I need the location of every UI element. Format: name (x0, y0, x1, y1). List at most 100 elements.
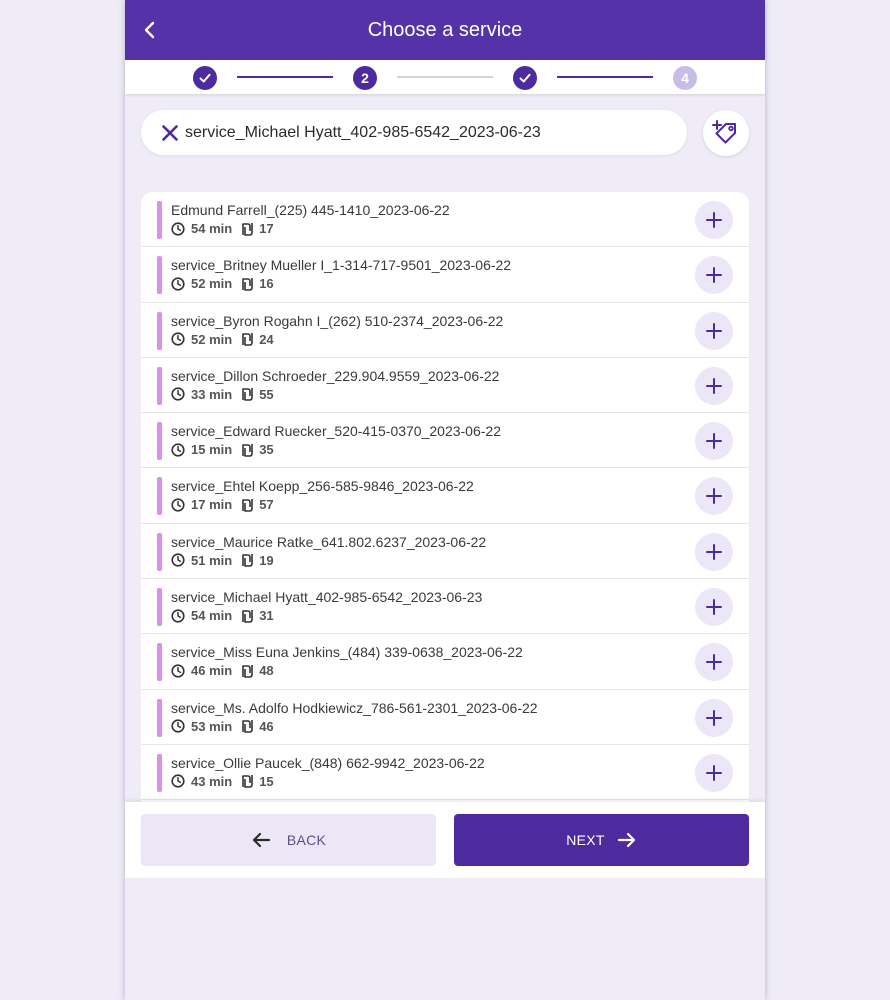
service-name: service_Byron Rogahn I_(262) 510-2374_20… (171, 312, 504, 329)
back-button[interactable]: BACK (141, 814, 436, 866)
arrow-left-icon (251, 832, 271, 848)
step-connector-1 (237, 76, 333, 78)
header-bar: Choose a service (125, 0, 765, 60)
service-list: Edmund Farrell_(225) 445-1410_2023-06-22… (141, 192, 749, 856)
add-service-button[interactable] (695, 311, 733, 350)
service-meta: 54 min 17 (171, 221, 274, 236)
clock-icon (171, 443, 185, 457)
service-price: 19 (259, 552, 274, 568)
add-service-button[interactable] (695, 643, 733, 682)
shekel-icon (240, 443, 254, 457)
step-4-upcoming: 4 (673, 66, 697, 90)
add-service-button[interactable] (695, 698, 733, 737)
clock-icon (171, 221, 185, 236)
add-service-button[interactable] (695, 588, 733, 627)
add-service-button[interactable] (695, 422, 733, 461)
service-duration: 52 min (191, 276, 233, 292)
next-button[interactable]: NEXT (454, 814, 749, 866)
service-name: service_Dillon Schroeder_229.904.9559_20… (171, 367, 500, 384)
service-meta: 15 min 35 (171, 442, 274, 457)
service-color-bar (157, 477, 162, 516)
stepper: 2 4 (125, 60, 765, 94)
service-duration: 17 min (191, 497, 233, 513)
service-color-bar (157, 366, 162, 405)
step-connector-2 (397, 76, 493, 78)
service-price: 16 (259, 276, 274, 292)
service-duration: 54 min (191, 608, 233, 624)
add-service-button[interactable] (695, 477, 733, 516)
service-row[interactable]: service_Ehtel Koepp_256-585-9846_2023-06… (141, 468, 749, 524)
plus-icon (705, 322, 723, 340)
service-name: service_Edward Ruecker_520-415-0370_2023… (171, 423, 501, 440)
service-price: 15 (259, 773, 274, 789)
add-service-button[interactable] (695, 532, 733, 571)
plus-icon (705, 653, 723, 671)
shekel-icon (240, 222, 254, 236)
service-duration: 54 min (191, 221, 233, 236)
add-service-button[interactable] (695, 753, 733, 792)
service-row[interactable]: service_Miss Euna Jenkins_(484) 339-0638… (141, 634, 749, 690)
step-3-completed (513, 66, 537, 90)
add-service-button[interactable] (695, 201, 733, 239)
plus-icon (705, 377, 723, 395)
shekel-icon (240, 719, 254, 733)
search-row (141, 110, 749, 156)
service-color-bar (157, 256, 162, 295)
close-icon[interactable] (158, 121, 182, 145)
service-row[interactable]: service_Britney Mueller I_1-314-717-9501… (141, 247, 749, 303)
service-price: 55 (259, 386, 274, 402)
service-row[interactable]: service_Michael Hyatt_402-985-6542_2023-… (141, 579, 749, 635)
shekel-icon (240, 664, 254, 678)
add-service-button[interactable] (695, 366, 733, 405)
add-service-button[interactable] (695, 256, 733, 295)
service-name: service_Britney Mueller I_1-314-717-9501… (171, 257, 512, 274)
search-input[interactable] (185, 123, 665, 142)
service-price: 48 (259, 663, 274, 679)
shekel-icon (240, 774, 254, 789)
shekel-icon (240, 609, 254, 623)
service-name: service_Michael Hyatt_402-985-6542_2023-… (171, 589, 483, 606)
service-meta: 52 min 16 (171, 276, 274, 291)
shekel-icon (240, 332, 254, 346)
service-name: Edmund Farrell_(225) 445-1410_2023-06-22 (171, 202, 450, 218)
next-button-label: NEXT (566, 832, 605, 848)
clock-icon (171, 774, 185, 789)
back-chevron-icon[interactable] (135, 15, 165, 45)
service-row[interactable]: Edmund Farrell_(225) 445-1410_2023-06-22… (141, 192, 749, 248)
plus-icon (705, 764, 723, 782)
service-row[interactable]: service_Byron Rogahn I_(262) 510-2374_20… (141, 303, 749, 358)
clock-icon (171, 498, 185, 512)
step-connector-3 (557, 76, 653, 78)
service-row[interactable]: service_Dillon Schroeder_229.904.9559_20… (141, 358, 749, 414)
shekel-icon (240, 498, 254, 512)
service-meta: 46 min 48 (171, 663, 274, 678)
service-name: service_Ollie Paucek_(848) 662-9942_2023… (171, 754, 485, 771)
tag-add-icon[interactable] (703, 110, 749, 156)
service-name: service_Ehtel Koepp_256-585-9846_2023-06… (171, 478, 474, 495)
service-row[interactable]: service_Ms. Adolfo Hodkiewicz_786-561-23… (141, 690, 749, 745)
service-meta: 33 min 55 (171, 387, 274, 402)
service-price: 57 (259, 497, 274, 513)
service-row[interactable]: service_Ollie Paucek_(848) 662-9942_2023… (141, 745, 749, 801)
service-color-bar (157, 643, 162, 682)
service-meta: 51 min 19 (171, 553, 274, 568)
service-price: 35 (259, 442, 274, 458)
plus-icon (705, 211, 723, 229)
service-row[interactable]: service_Maurice Ratke_641.802.6237_2023-… (141, 524, 749, 580)
page-title: Choose a service (367, 18, 523, 41)
service-meta: 17 min 57 (171, 497, 274, 512)
shekel-icon (240, 553, 254, 568)
back-button-label: BACK (286, 832, 327, 848)
service-meta: 43 min 15 (171, 774, 274, 789)
shekel-icon (240, 387, 254, 402)
clock-icon (171, 608, 185, 623)
service-row[interactable]: service_Edward Ruecker_520-415-0370_2023… (141, 413, 749, 469)
clock-icon (171, 277, 185, 291)
check-icon (199, 73, 211, 83)
plus-icon (705, 432, 723, 450)
service-color-bar (157, 698, 162, 737)
plus-icon (705, 598, 723, 616)
arrow-right-icon (617, 832, 637, 848)
service-name: service_Miss Euna Jenkins_(484) 339-0638… (171, 644, 523, 661)
service-color-bar (157, 753, 162, 792)
